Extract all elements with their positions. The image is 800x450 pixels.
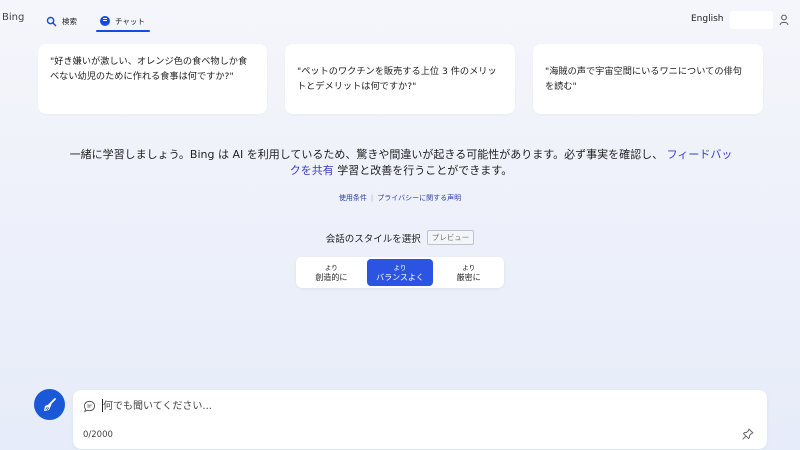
broom-icon <box>43 397 56 411</box>
tone-prefix: より <box>462 263 476 272</box>
tone-creative-button[interactable]: より 創造的に <box>298 259 365 286</box>
bing-logo[interactable]: Bing <box>2 12 24 23</box>
ai-disclaimer: 一緒に学習しましょう。Bing は AI を利用しているため、驚きや間違いが起き… <box>66 147 736 179</box>
conversation-style-heading: 会話のスタイルを選択 プレビュー <box>0 230 800 245</box>
suggestion-text: "好き嫌いが激しい、オレンジ色の食べ物しか食べない幼児のために作れる食事は何です… <box>50 56 248 82</box>
character-counter: 0/2000 <box>83 430 113 440</box>
tone-label: 厳密に <box>456 272 481 282</box>
legal-divider: | <box>370 194 374 202</box>
pin-icon[interactable] <box>742 428 754 440</box>
user-icon[interactable] <box>779 14 789 26</box>
language-selector[interactable]: English <box>691 14 724 24</box>
chat-composer: 0/2000 <box>73 390 767 449</box>
chat-icon <box>100 16 110 26</box>
conversation-style-toggle: より 創造的に より バランスよく より 厳密に <box>296 257 504 288</box>
disclaimer-text: 一緒に学習しましょう。Bing は AI を利用しているため、驚きや間違いが起き… <box>69 148 664 161</box>
preview-badge: プレビュー <box>426 230 475 245</box>
suggestion-card[interactable]: "海賊の声で宇宙空間にいるワニについての俳句を読む" <box>533 44 763 114</box>
disclaimer-text-end: 学習と改善を行うことができます。 <box>337 164 513 177</box>
tab-chat[interactable]: チャット <box>100 11 145 31</box>
tone-label: バランスよく <box>376 272 424 282</box>
tone-prefix: より <box>324 263 338 272</box>
tone-precise-button[interactable]: より 厳密に <box>435 259 502 286</box>
legal-links: 使用条件 | プライバシーに関する声明 <box>0 193 800 203</box>
tab-search-label: 検索 <box>62 16 77 26</box>
chat-input[interactable] <box>103 398 743 414</box>
tab-search[interactable]: 検索 <box>46 11 77 31</box>
profile-name-box[interactable] <box>730 11 773 29</box>
privacy-link[interactable]: プライバシーに関する声明 <box>377 194 461 202</box>
suggestion-card[interactable]: "ペットのワクチンを販売する上位 3 件のメリットとデメリットは何ですか?" <box>285 44 515 114</box>
active-tab-indicator <box>96 30 150 32</box>
tone-prefix: より <box>393 263 407 272</box>
tone-label: 創造的に <box>315 272 348 282</box>
suggestion-text: "ペットのワクチンを販売する上位 3 件のメリットとデメリットは何ですか?" <box>297 66 497 92</box>
terms-link[interactable]: 使用条件 <box>339 194 367 202</box>
conversation-style-title: 会話のスタイルを選択 <box>325 233 421 245</box>
top-bar: Bing 検索 チャット English <box>0 0 800 38</box>
suggestion-text: "海賊の声で宇宙空間にいるワニについての俳句を読む" <box>545 66 742 92</box>
suggestion-card[interactable]: "好き嫌いが激しい、オレンジ色の食べ物しか食べない幼児のために作れる食事は何です… <box>38 44 267 114</box>
tone-balanced-button[interactable]: より バランスよく <box>366 259 434 286</box>
search-icon <box>46 16 57 26</box>
new-topic-button[interactable] <box>34 389 65 420</box>
chat-bubble-icon <box>83 400 96 413</box>
tab-chat-label: チャット <box>115 16 145 26</box>
